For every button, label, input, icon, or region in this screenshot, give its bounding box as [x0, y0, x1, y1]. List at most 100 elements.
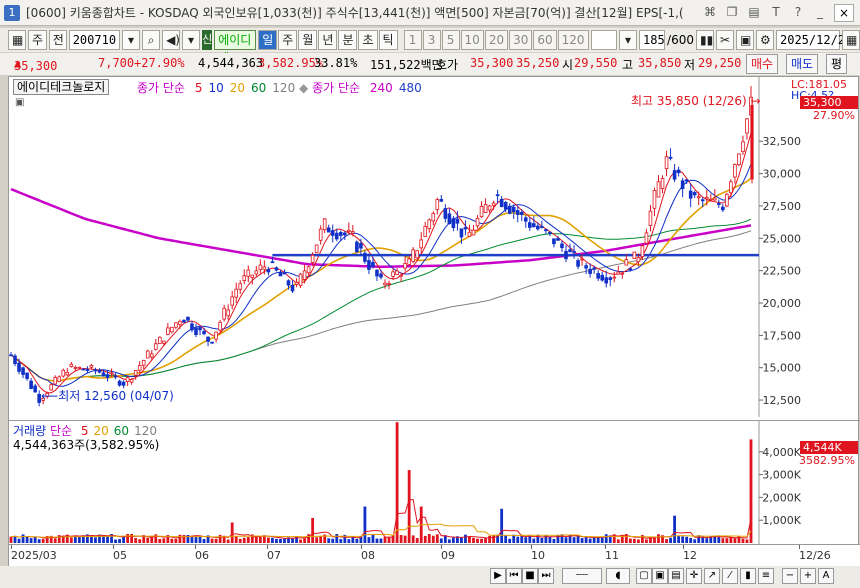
volume-bar [548, 536, 552, 543]
period-button-6[interactable]: 틱 [378, 30, 398, 50]
help-icon[interactable]: ? [790, 4, 806, 20]
avg-button[interactable]: 평 [826, 54, 848, 74]
code-input[interactable]: 200710 [68, 30, 121, 50]
candle-body [351, 231, 355, 234]
compare-icon[interactable]: ≡ [758, 568, 774, 584]
candle-icon[interactable]: ▮▮ [696, 30, 714, 50]
volume-bar [669, 537, 672, 543]
buy-button[interactable]: 매수 [746, 54, 779, 74]
candle-body [548, 231, 552, 234]
date-input[interactable]: 2025/12/26 [776, 30, 852, 50]
price-panel[interactable]: 12,500 15,000 17,500 20,000 22,500 25,000 27,5… [9, 77, 860, 417]
interval-button-120[interactable]: 120 [557, 30, 589, 50]
layout2-icon[interactable]: ▣ [652, 568, 668, 584]
count-input[interactable]: 185 [639, 30, 666, 50]
link-icon[interactable]: ⌘ [702, 4, 718, 20]
restore-icon[interactable]: ❐ [724, 4, 740, 20]
period-button-1[interactable]: 주 [278, 30, 298, 50]
interval-button-3[interactable]: 3 [422, 30, 441, 50]
candle-body [439, 199, 444, 202]
candle-body [499, 198, 504, 208]
code-dropdown-icon[interactable]: ▾ [122, 30, 141, 50]
type-select[interactable]: 주▾ [28, 30, 47, 65]
candle-body [254, 270, 259, 275]
ma120-line [10, 230, 752, 382]
settings-icon[interactable]: ⚙ [756, 30, 774, 50]
scissors-icon[interactable]: ✂ [716, 30, 734, 50]
candle-body [149, 353, 154, 358]
save-icon[interactable]: ▣ [736, 30, 754, 50]
stock-name-field[interactable]: 에이디테크 [214, 30, 257, 65]
chart-area[interactable]: 12,500 15,000 17,500 20,000 22,500 25,000 27,5… [8, 76, 860, 572]
scroll-track[interactable]: ┄┄ [562, 568, 602, 584]
candle-body [186, 316, 190, 321]
zoom-slider[interactable]: ◖ [606, 568, 630, 584]
candle-body [383, 282, 387, 286]
candle-body [33, 385, 37, 393]
volume-bar [17, 538, 21, 543]
volume-bar [234, 536, 238, 543]
stop-icon[interactable]: ■ [522, 568, 538, 584]
legend-ma-120: 120 [272, 81, 296, 95]
volume-bar [504, 535, 508, 543]
volume-bar [271, 537, 274, 543]
layout1-icon[interactable]: ▢ [636, 568, 652, 584]
volume-bar [375, 538, 379, 543]
volume-panel[interactable]: 1,000K 2,000K 3,000K 4,000K 거래량 단순 5 20 60 120… [9, 420, 860, 545]
period-button-5[interactable]: 초 [358, 30, 378, 50]
minimize-icon[interactable]: _ [812, 4, 828, 20]
low-annotation-text: 최저 12,560 (04/07) [58, 389, 174, 403]
period-button-0[interactable]: 일 [258, 30, 278, 50]
interval-button-1[interactable]: 1 [403, 30, 422, 50]
close-button[interactable]: × [834, 4, 854, 22]
zoom-out-button[interactable]: − [782, 568, 798, 584]
trade-amount: 151,522백만 [370, 58, 443, 72]
sell-button[interactable]: 매도 [786, 54, 819, 74]
interval-button-20[interactable]: 20 [484, 30, 509, 50]
candle-body [640, 245, 645, 257]
period-button-3[interactable]: 년 [318, 30, 338, 50]
quote-bar: 35,300 ▲ 7,700 +27.90% 4,544,363 3,582.9… [0, 53, 860, 75]
line-icon[interactable]: ↗ [704, 568, 720, 584]
interval-button-5[interactable]: 5 [441, 30, 460, 50]
layout-icon[interactable]: ▤ [746, 4, 762, 20]
price-tick-label: 22,500 [763, 265, 802, 278]
interval-input[interactable] [590, 30, 618, 50]
candle-body [338, 231, 343, 236]
crosshair-icon[interactable]: ✛ [686, 568, 702, 584]
indicator-icon[interactable]: ▣ [15, 97, 24, 108]
fibo-icon[interactable]: ⁄ [722, 568, 738, 584]
volume-bar [528, 536, 532, 543]
cut-icon[interactable]: T [768, 4, 784, 20]
scroll-end-icon[interactable]: ▶ [490, 568, 506, 584]
chart-type-icon[interactable]: ▮ [740, 568, 756, 584]
price-chart-svg[interactable]: 12,500 15,000 17,500 20,000 22,500 25,000 27,5… [9, 77, 860, 417]
period-button-4[interactable]: 분 [338, 30, 358, 50]
grid-icon[interactable]: ▦ [8, 30, 26, 50]
prev-button[interactable]: 전 [48, 30, 67, 50]
volume-bar [138, 539, 142, 543]
interval-button-60[interactable]: 60 [533, 30, 557, 50]
interval-dropdown-icon[interactable]: ▾ [619, 30, 638, 50]
interval-button-10[interactable]: 10 [460, 30, 484, 50]
dropdown-icon[interactable]: ▾ [182, 30, 201, 50]
volume-bar [335, 534, 339, 543]
font-size-button[interactable]: A [818, 568, 834, 584]
zoom-in-button[interactable]: + [800, 568, 816, 584]
period-button-2[interactable]: 월 [298, 30, 318, 50]
volume-bar [275, 538, 278, 543]
candle-body [700, 199, 705, 202]
volume-bar [162, 538, 166, 543]
calendar-icon[interactable]: ▦ [842, 30, 860, 50]
speaker-icon[interactable]: ◀) [162, 30, 181, 50]
last-icon[interactable]: ⏭ [538, 568, 554, 584]
first-icon[interactable]: ⏮ [506, 568, 522, 584]
search-icon[interactable]: ⌕ [142, 30, 161, 50]
candle-body [158, 336, 162, 345]
layout3-icon[interactable]: ▤ [668, 568, 684, 584]
price-change: 7,700 [98, 56, 135, 70]
volume-bar [218, 534, 222, 543]
current-price: 35,300 ▲ [14, 56, 58, 73]
candle-body [282, 272, 287, 275]
interval-button-30[interactable]: 30 [509, 30, 533, 50]
